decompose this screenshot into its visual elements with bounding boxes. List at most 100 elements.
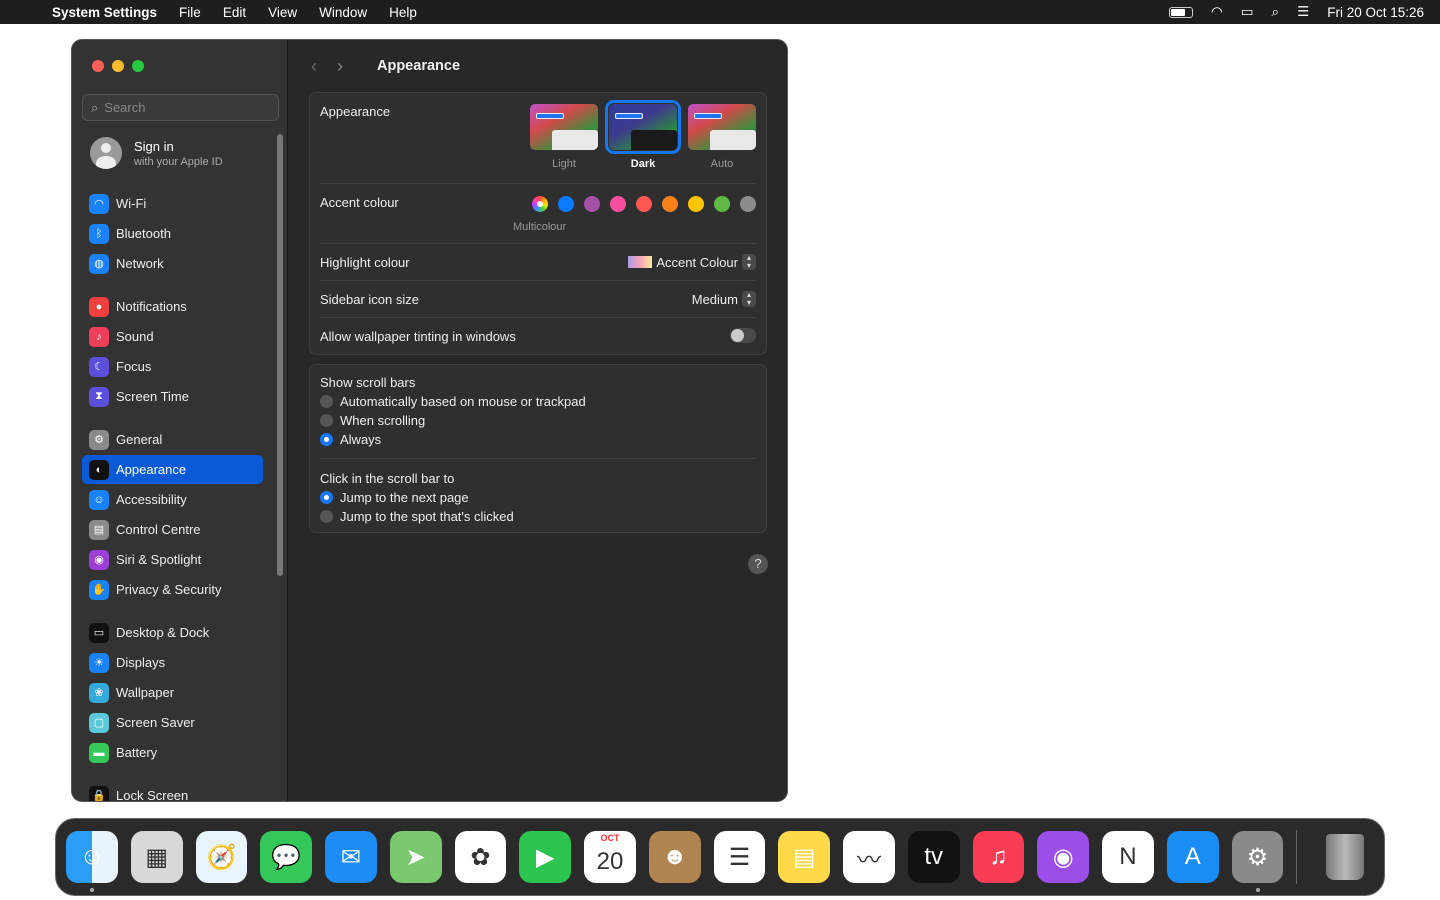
accent-colour-7[interactable]	[714, 196, 730, 212]
sidebar-item-appearance[interactable]: ◐ Appearance	[82, 455, 263, 484]
clock[interactable]: Fri 20 Oct 15:26	[1327, 5, 1424, 20]
dock-messages[interactable]: 💬	[260, 831, 313, 883]
sidebar-item-privacy-security[interactable]: ✋ Privacy & Security	[82, 575, 263, 604]
scroll-bars-option[interactable]: When scrolling	[320, 413, 756, 428]
dock-notes[interactable]: ▤	[778, 831, 831, 883]
menu-help[interactable]: Help	[389, 5, 417, 20]
sidebar-item-screen-saver[interactable]: ▢ Screen Saver	[82, 708, 263, 737]
help-button[interactable]: ?	[748, 554, 768, 574]
dock-podcasts[interactable]: ◉	[1037, 831, 1090, 883]
privacy-security-icon: ✋	[89, 579, 109, 600]
menu-view[interactable]: View	[268, 5, 297, 20]
dock-tv[interactable]: tv	[907, 831, 960, 883]
radio-button[interactable]	[320, 491, 333, 504]
sidebar-item-network[interactable]: ◍ Network	[82, 249, 263, 278]
dock-photos[interactable]: ✿	[454, 831, 507, 883]
sidebar-item-desktop-dock[interactable]: ▭ Desktop & Dock	[82, 618, 263, 647]
dock-finder[interactable]: ☺	[66, 831, 118, 892]
control-centre-icon[interactable]: ☰	[1297, 4, 1309, 20]
sidebar-item-siri-spotlight[interactable]: ◉ Siri & Spotlight	[82, 545, 263, 574]
sidebar-item-sound[interactable]: ♪ Sound	[82, 322, 263, 351]
sidebar-item-lock-screen[interactable]: 🔒 Lock Screen	[82, 781, 263, 801]
dock-freeform[interactable]: 〰	[843, 831, 895, 883]
siri-spotlight-icon: ◉	[89, 549, 109, 570]
sidebar-item-wi-fi[interactable]: ◠ Wi-Fi	[82, 189, 263, 218]
radio-button[interactable]	[320, 395, 333, 408]
dock-launchpad[interactable]: ▦	[130, 831, 183, 883]
mail-icon: ✉	[340, 843, 362, 871]
dock-reminders[interactable]: ☰	[713, 831, 766, 883]
notes-icon: ▤	[792, 843, 816, 871]
menu-file[interactable]: File	[179, 5, 201, 20]
scroll-bars-card: Show scroll bars Automatically based on …	[309, 364, 767, 533]
sidebar-item-accessibility[interactable]: ☺ Accessibility	[82, 485, 263, 514]
dock-music[interactable]: ♫	[972, 831, 1025, 883]
dock-contacts[interactable]: ☻	[648, 831, 701, 883]
sidebar-item-control-centre[interactable]: ▤ Control Centre	[82, 515, 263, 544]
podcasts-icon: ◉	[1052, 843, 1074, 871]
reminders-icon: ☰	[728, 843, 751, 871]
sidebar-item-displays[interactable]: ☀ Displays	[82, 648, 263, 677]
sidebar-item-screen-time[interactable]: ⧗ Screen Time	[82, 382, 263, 411]
dock-app-store[interactable]: A	[1166, 831, 1219, 883]
dock-mail[interactable]: ✉	[325, 831, 377, 883]
radio-button[interactable]	[320, 510, 333, 523]
screen-saver-icon: ▢	[89, 712, 109, 733]
appearance-option-auto[interactable]: Auto	[688, 104, 756, 170]
accent-colour-1[interactable]	[558, 196, 574, 212]
icon-size-popup[interactable]: Medium ▴ ▾	[692, 291, 756, 307]
dock-calendar[interactable]: OCT 20	[584, 831, 636, 883]
sidebar-item-battery[interactable]: ▬ Battery	[82, 738, 263, 767]
accent-colour-4[interactable]	[636, 196, 652, 212]
sidebar-item-focus[interactable]: ☾ Focus	[82, 352, 263, 381]
apple-id-signin[interactable]: Sign in with your Apple ID	[90, 137, 223, 169]
scroll-bars-option[interactable]: Always	[320, 432, 756, 447]
sidebar-item-notifications[interactable]: ● Notifications	[82, 292, 263, 321]
appearance-option-light[interactable]: Light	[530, 104, 598, 170]
menu-edit[interactable]: Edit	[223, 5, 246, 20]
accent-colour-5[interactable]	[662, 196, 678, 212]
sidebar-item-bluetooth[interactable]: ᛒ Bluetooth	[82, 219, 263, 248]
appearance-icon: ◐	[89, 459, 109, 480]
search-input[interactable]: ⌕ Search	[82, 94, 279, 121]
dock-maps[interactable]: ➤	[389, 831, 442, 883]
accent-colour-6[interactable]	[688, 196, 704, 212]
dock-facetime[interactable]: ▶	[519, 831, 572, 883]
dock-trash[interactable]	[1319, 831, 1371, 883]
radio-button[interactable]	[320, 433, 333, 446]
accent-colour-2[interactable]	[584, 196, 600, 212]
menu-window[interactable]: Window	[319, 5, 367, 20]
click-scroll-option[interactable]: Jump to the next page	[320, 490, 756, 505]
highlight-colour-popup[interactable]: Accent Colour ▴ ▾	[628, 254, 756, 270]
sidebar-item-general[interactable]: ⚙ General	[82, 425, 263, 454]
sidebar-item-label: Screen Saver	[116, 715, 195, 730]
back-button[interactable]: ‹	[311, 56, 317, 77]
accent-colour-multicolour[interactable]	[532, 196, 548, 212]
screen-mirroring-icon[interactable]: ▭	[1241, 4, 1254, 20]
menu-app-name[interactable]: System Settings	[52, 5, 157, 20]
forward-button[interactable]: ›	[337, 56, 343, 77]
accent-colour-3[interactable]	[610, 196, 626, 212]
zoom-button[interactable]	[132, 60, 144, 72]
tinting-toggle[interactable]	[730, 328, 756, 343]
sidebar-item-wallpaper[interactable]: ❀ Wallpaper	[82, 678, 263, 707]
radio-button[interactable]	[320, 414, 333, 427]
sidebar: ⌕ Search Sign in with your Apple ID ◠ Wi-…	[72, 40, 288, 801]
freeform-icon: 〰	[856, 846, 881, 874]
desktop-dock-icon: ▭	[89, 622, 109, 643]
minimize-button[interactable]	[112, 60, 124, 72]
scroll-bars-option[interactable]: Automatically based on mouse or trackpad	[320, 394, 756, 409]
accent-colour-8[interactable]	[740, 196, 756, 212]
appearance-option-dark[interactable]: Dark	[605, 100, 681, 170]
search-icon[interactable]: ⌕	[1272, 4, 1280, 20]
sidebar-scrollbar[interactable]	[277, 134, 283, 576]
click-scroll-option[interactable]: Jump to the spot that's clicked	[320, 509, 756, 524]
appearance-label: Appearance	[320, 104, 391, 119]
wifi-icon[interactable]: ◠	[1211, 4, 1223, 20]
dock-safari[interactable]: 🧭	[195, 831, 248, 883]
close-button[interactable]	[92, 60, 104, 72]
system-settings-icon: ⚙	[1246, 843, 1269, 871]
dock-system-settings[interactable]: ⚙	[1231, 831, 1284, 892]
battery-icon[interactable]	[1168, 6, 1193, 18]
dock-news[interactable]: N	[1102, 831, 1154, 883]
